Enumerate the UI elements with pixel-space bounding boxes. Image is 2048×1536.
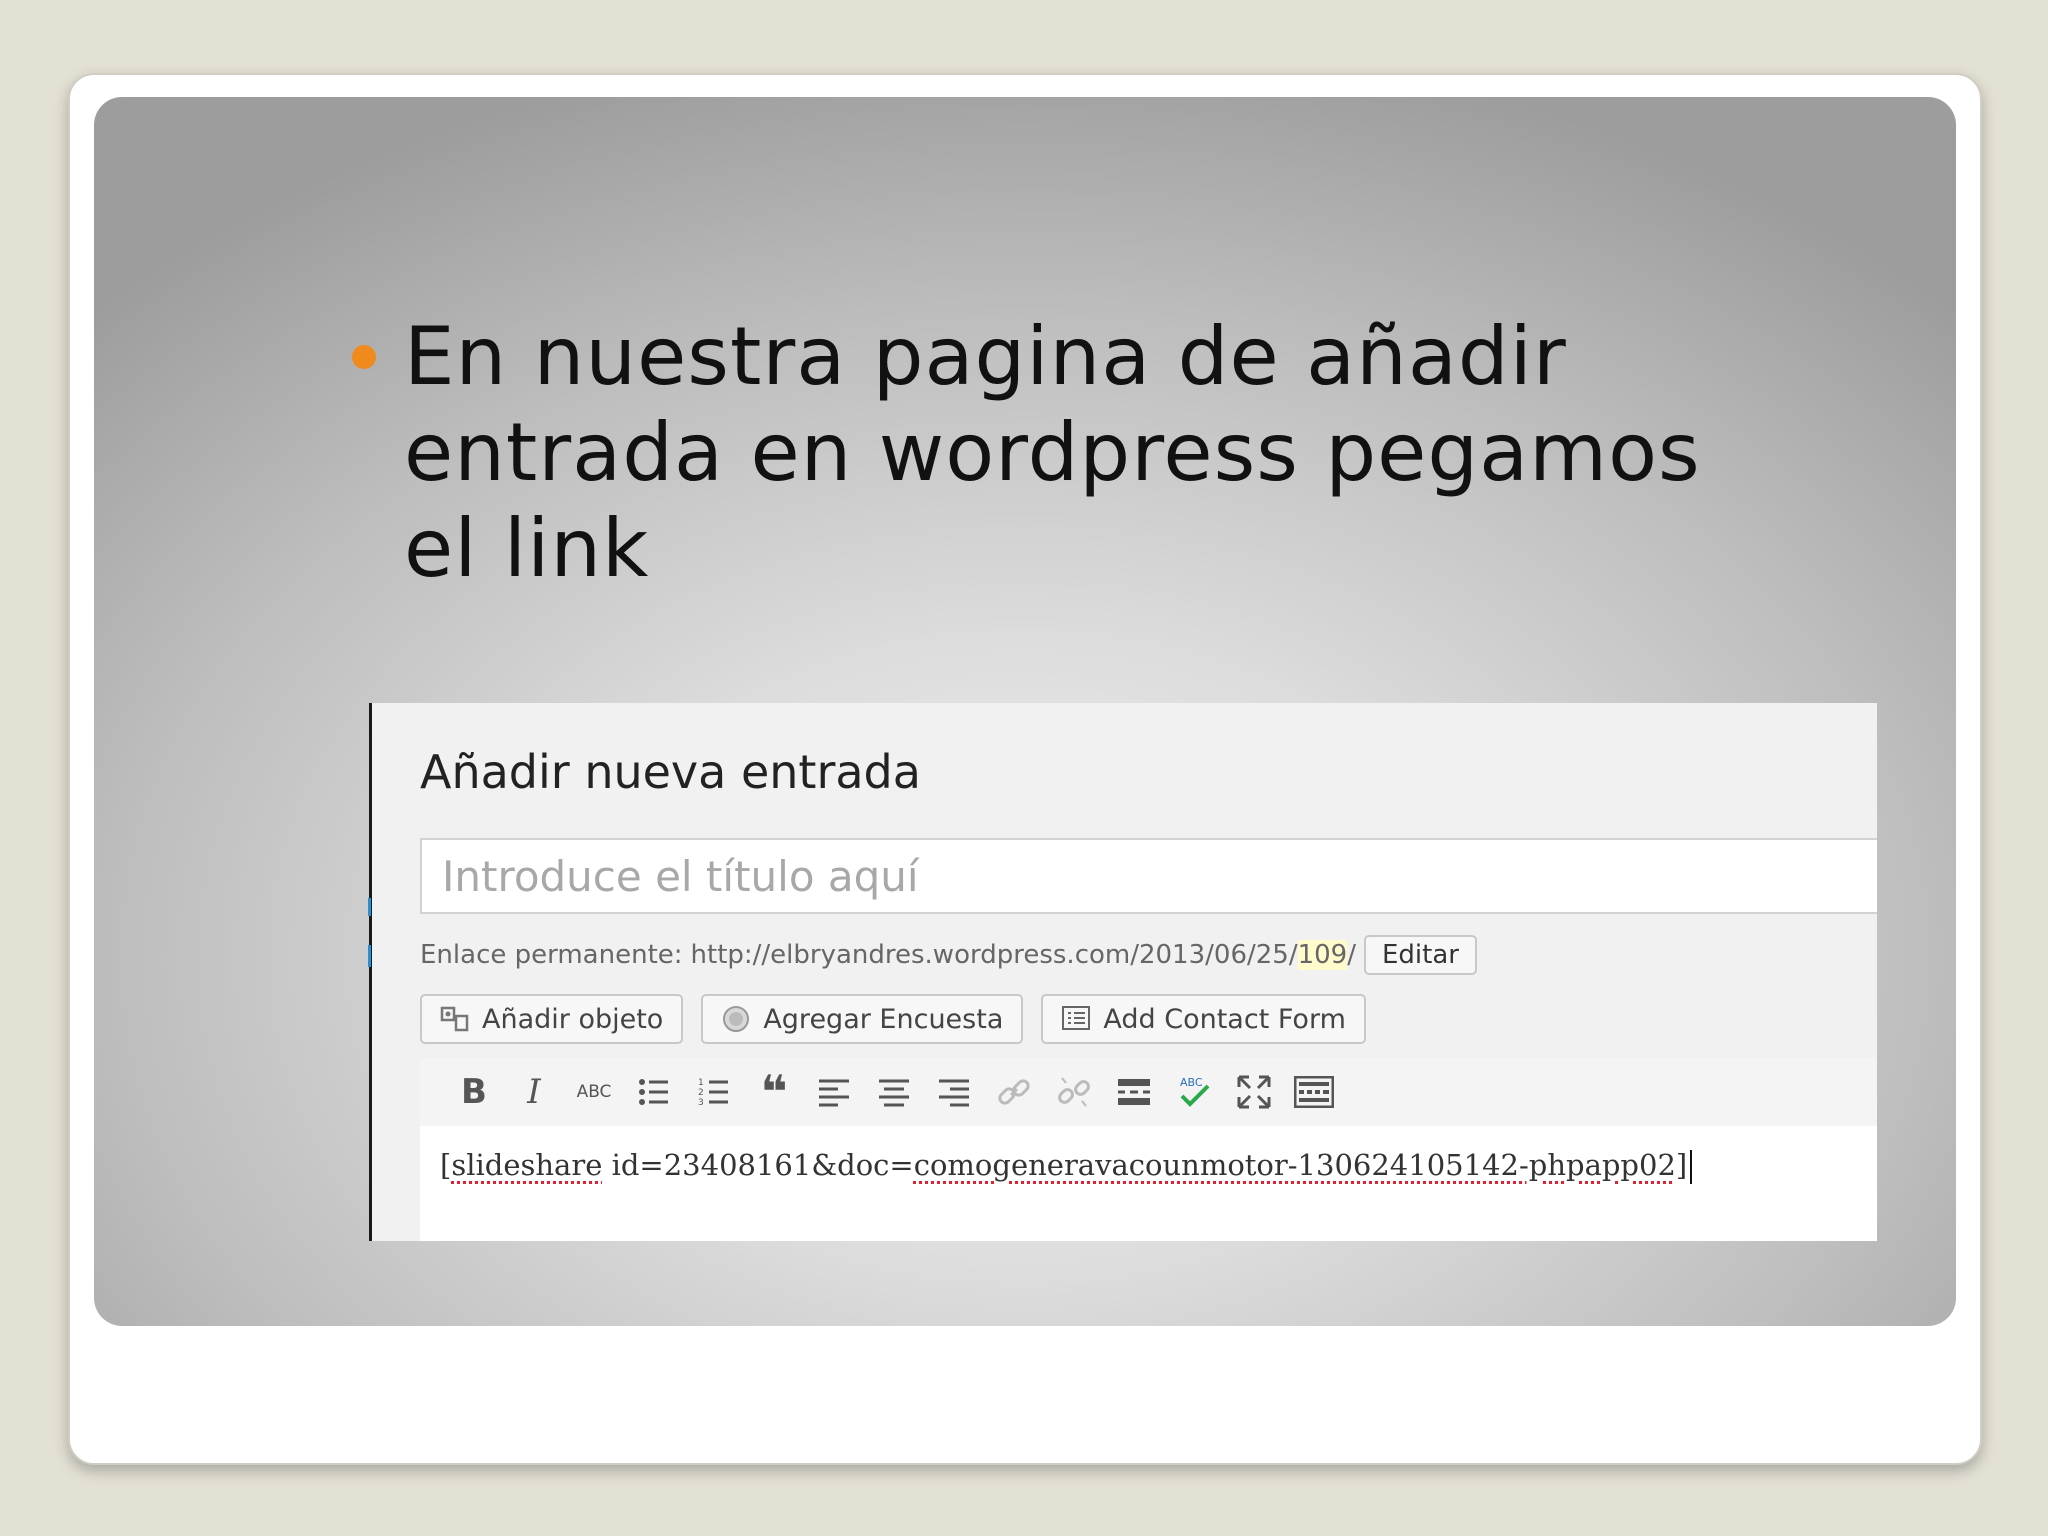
permalink-label: Enlace permanente: xyxy=(420,940,683,970)
toolbar-toggle-icon[interactable] xyxy=(1284,1062,1344,1122)
slide-content: En nuestra pagina de añadir entrada en w… xyxy=(94,97,1956,1326)
insert-more-icon[interactable] xyxy=(1104,1062,1164,1122)
align-left-icon[interactable] xyxy=(804,1062,864,1122)
poll-icon xyxy=(721,1004,751,1034)
add-object-button[interactable]: Añadir objeto xyxy=(420,994,684,1044)
shortcode-text: [slideshare id=23408161&doc=comogenerava… xyxy=(440,1148,1693,1184)
link-icon[interactable] xyxy=(984,1062,1044,1122)
page-title: Añadir nueva entrada xyxy=(420,745,921,799)
add-contact-form-button[interactable]: Add Contact Form xyxy=(1041,994,1366,1044)
bullet-dot xyxy=(352,345,376,369)
permalink-url-prefix: http://elbryandres.wordpress.com/2013/06… xyxy=(690,940,1298,970)
permalink-row: Enlace permanente: http://elbryandres.wo… xyxy=(420,933,1477,977)
fullscreen-icon[interactable] xyxy=(1224,1062,1284,1122)
numbered-list-icon[interactable]: 1 2 3 xyxy=(684,1062,744,1122)
media-buttons: Añadir objeto Agregar Encuesta Add Conta… xyxy=(420,994,1366,1044)
svg-text:3: 3 xyxy=(698,1098,704,1107)
post-title-input[interactable] xyxy=(420,838,1877,914)
bullet-text: En nuestra pagina de añadir entrada en w… xyxy=(404,310,1701,595)
wordpress-editor-screenshot: Añadir nueva entrada Enlace permanente: … xyxy=(368,703,1877,1241)
add-contact-form-label: Add Contact Form xyxy=(1103,1003,1346,1035)
permalink-slug[interactable]: 109 xyxy=(1297,940,1348,970)
add-poll-label: Agregar Encuesta xyxy=(763,1003,1004,1035)
bold-icon[interactable]: B xyxy=(444,1062,504,1122)
unlink-icon[interactable] xyxy=(1044,1062,1104,1122)
svg-text:ABC: ABC xyxy=(1180,1076,1203,1089)
text-caret xyxy=(1690,1150,1693,1184)
contact-form-icon xyxy=(1061,1005,1091,1033)
svg-text:2: 2 xyxy=(698,1088,704,1098)
blockquote-icon[interactable]: ❝ xyxy=(744,1062,804,1122)
add-object-label: Añadir objeto xyxy=(482,1003,664,1035)
align-right-icon[interactable] xyxy=(924,1062,984,1122)
post-content-editor[interactable]: [slideshare id=23408161&doc=comogenerava… xyxy=(420,1126,1877,1241)
italic-icon[interactable]: I xyxy=(504,1062,564,1122)
add-poll-button[interactable]: Agregar Encuesta xyxy=(701,994,1024,1044)
bullet-list-icon[interactable] xyxy=(624,1062,684,1122)
edit-permalink-button[interactable]: Editar xyxy=(1364,935,1477,975)
svg-text:1: 1 xyxy=(698,1078,704,1088)
spellcheck-icon[interactable]: ABC xyxy=(1164,1062,1224,1122)
permalink-url-suffix: / xyxy=(1347,940,1356,970)
align-center-icon[interactable] xyxy=(864,1062,924,1122)
add-media-icon xyxy=(440,1005,470,1033)
strikethrough-icon[interactable]: ABC xyxy=(564,1062,624,1122)
slide-card: En nuestra pagina de añadir entrada en w… xyxy=(68,73,1982,1465)
editor-toolbar: B I ABC 1 2 3 ❝ ABC xyxy=(420,1058,1877,1126)
